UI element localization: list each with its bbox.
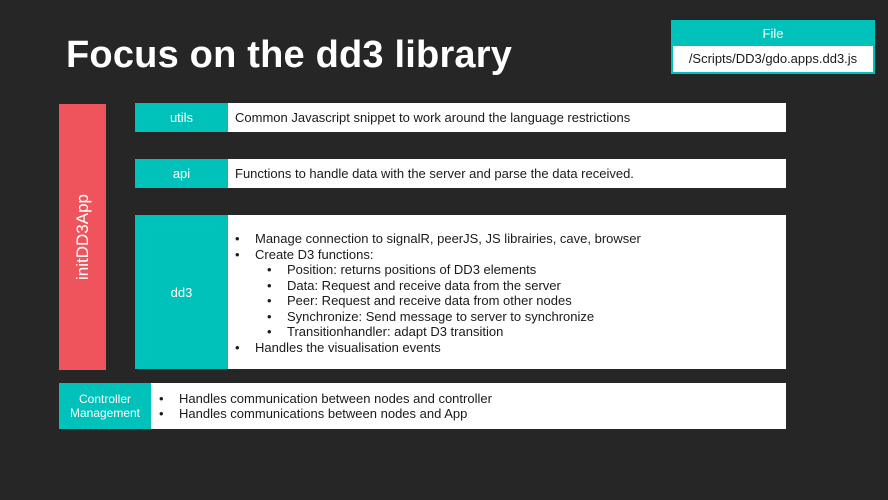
dd3-bullet-list-end: Handles the visualisation events xyxy=(235,340,641,356)
dd3-bullet-list: Manage connection to signalR, peerJS, JS… xyxy=(235,231,641,263)
controller-label-line1: Controller xyxy=(78,392,132,406)
dd3-bullet-item: Manage connection to signalR, peerJS, JS… xyxy=(235,231,641,247)
dd3-sub-bullet-item: Data: Request and receive data from the … xyxy=(267,278,641,294)
dd3-bullet-item: Handles the visualisation events xyxy=(235,340,641,356)
file-box: File /Scripts/DD3/gdo.apps.dd3.js xyxy=(671,20,875,74)
init-dd3-app-label: initDD3App xyxy=(72,194,92,280)
dd3-module-row: dd3 Manage connection to signalR, peerJS… xyxy=(135,215,786,369)
controller-management-label: Controller Management xyxy=(59,383,151,429)
controller-bullet-item: Handles communication between nodes and … xyxy=(159,391,492,407)
dd3-sub-bullet-item: Synchronize: Send message to server to s… xyxy=(267,309,641,325)
file-path: /Scripts/DD3/gdo.apps.dd3.js xyxy=(688,51,858,66)
dd3-bullet-item: Create D3 functions: xyxy=(235,247,641,263)
init-dd3-app-bar: initDD3App xyxy=(59,104,106,370)
utils-module-description: Common Javascript snippet to work around… xyxy=(235,110,631,125)
controller-details: Handles communication between nodes and … xyxy=(151,383,492,429)
dd3-sub-bullet-list: Position: returns positions of DD3 eleme… xyxy=(255,262,641,340)
dd3-sub-bullet-item: Position: returns positions of DD3 eleme… xyxy=(267,262,641,278)
controller-bullet-list: Handles communication between nodes and … xyxy=(159,391,492,422)
utils-module-row: utils Common Javascript snippet to work … xyxy=(135,103,786,132)
dd3-module-label: dd3 xyxy=(135,215,228,369)
controller-management-row: Controller Management Handles communicat… xyxy=(59,383,786,429)
api-module-label: api xyxy=(135,159,228,188)
file-box-header: File xyxy=(673,22,873,46)
dd3-sub-bullet-item: Transitionhandler: adapt D3 transition xyxy=(267,324,641,340)
controller-bullet-item: Handles communications between nodes and… xyxy=(159,406,492,422)
api-module-description: Functions to handle data with the server… xyxy=(235,166,634,181)
utils-module-label: utils xyxy=(135,103,228,132)
controller-label-line2: Management xyxy=(69,406,141,420)
slide-title: Focus on the dd3 library xyxy=(66,34,513,76)
api-module-row: api Functions to handle data with the se… xyxy=(135,159,786,188)
dd3-module-details: Manage connection to signalR, peerJS, JS… xyxy=(228,215,641,369)
dd3-sub-bullet-item: Peer: Request and receive data from othe… xyxy=(267,293,641,309)
